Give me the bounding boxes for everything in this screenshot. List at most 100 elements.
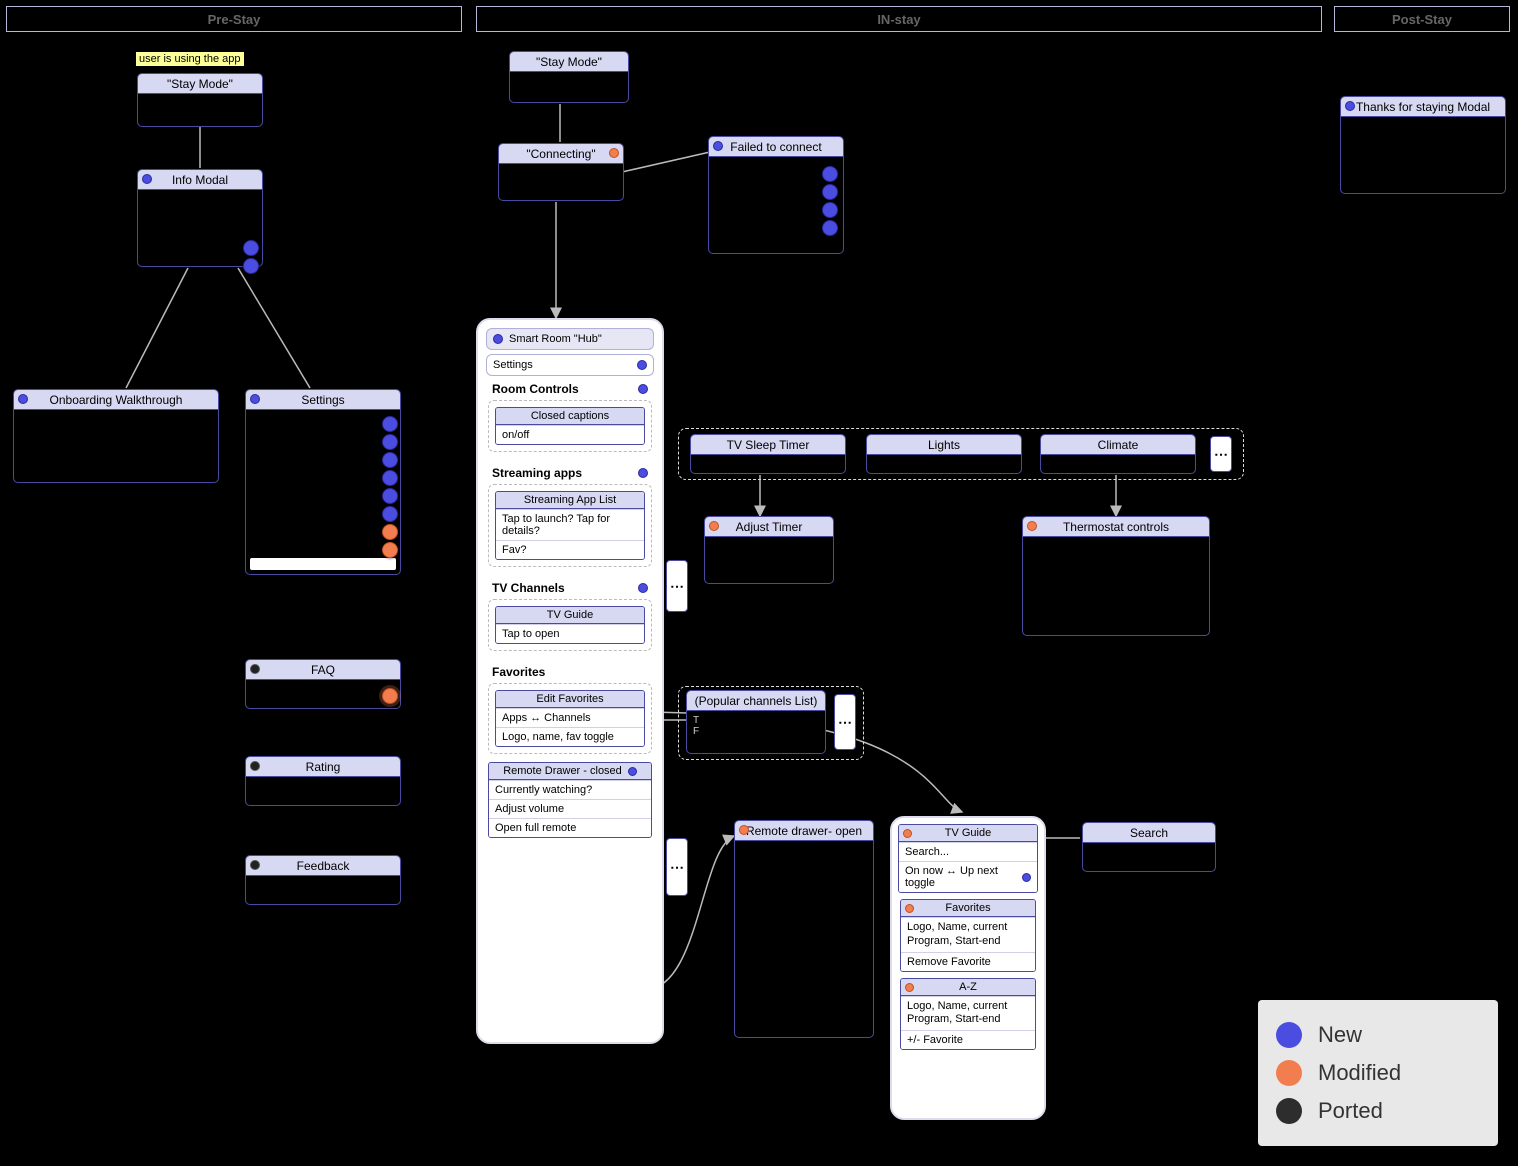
- card-popular-channels[interactable]: (Popular channels List) T F: [686, 690, 826, 754]
- hub-group-streaming: Streaming App List Tap to launch? Tap fo…: [488, 484, 652, 567]
- climate-title: Climate: [1098, 438, 1139, 452]
- card-thermostat[interactable]: Thermostat controls: [1022, 516, 1210, 636]
- hub-title-row: Smart Room "Hub": [486, 328, 654, 350]
- card-adjust-timer[interactable]: Adjust Timer: [704, 516, 834, 584]
- faq-dots: [382, 688, 398, 704]
- status-dot-new: [638, 468, 648, 478]
- hub-section-streaming: Streaming apps: [486, 460, 654, 482]
- status-dot-mod: [709, 521, 719, 531]
- card-search[interactable]: Search: [1082, 822, 1216, 872]
- card-faq[interactable]: FAQ: [245, 659, 401, 709]
- settings-footer-bar: [250, 558, 396, 570]
- stay-mode-in-title: "Stay Mode": [536, 55, 602, 69]
- ellipsis-streaming[interactable]: ⋯: [666, 560, 688, 612]
- settings-dots: [382, 416, 398, 558]
- failed-title: Failed to connect: [730, 140, 821, 154]
- mini-tv-guide[interactable]: TV Guide Tap to open: [495, 606, 645, 644]
- info-modal-title: Info Modal: [172, 173, 228, 187]
- remote-open-title: Remote drawer- open: [746, 824, 862, 838]
- ellipsis-room-controls[interactable]: ⋯: [1210, 436, 1232, 472]
- status-dot-new: [250, 394, 260, 404]
- hub-group-tv-channels: TV Guide Tap to open: [488, 599, 652, 651]
- phase-post-label: Post-Stay: [1392, 12, 1452, 27]
- status-dot-new: [1022, 873, 1031, 882]
- status-dot-mod: [739, 825, 749, 835]
- mini-edit-favorites[interactable]: Edit Favorites Apps ↔ Channels Logo, nam…: [495, 690, 645, 747]
- legend-dot-modified: [1276, 1060, 1302, 1086]
- ellipsis-favorites[interactable]: ⋯: [666, 838, 688, 896]
- hub-settings-label: Settings: [493, 359, 533, 371]
- status-dot-new: [628, 767, 637, 776]
- hub-group-favorites: Edit Favorites Apps ↔ Channels Logo, nam…: [488, 683, 652, 754]
- legend-dot-ported: [1276, 1098, 1302, 1124]
- hub-section-room-controls: Room Controls: [486, 376, 654, 398]
- phase-post-stay: Post-Stay: [1334, 6, 1510, 32]
- legend-row-modified: Modified: [1276, 1054, 1480, 1092]
- status-dot-new: [1345, 101, 1355, 111]
- hub-section-tv-channels: TV Channels: [486, 575, 654, 597]
- hub-phone-frame[interactable]: Smart Room "Hub" Settings Room Controls …: [476, 318, 664, 1044]
- thanks-title: Thanks for staying Modal: [1356, 100, 1490, 114]
- tv-guide-toggle-row[interactable]: On now ↔ Up next toggle: [899, 861, 1037, 892]
- tv-guide-panel-header[interactable]: TV Guide Search... On now ↔ Up next togg…: [898, 824, 1038, 893]
- status-dot-mod: [1027, 521, 1037, 531]
- status-dot-port: [250, 860, 260, 870]
- card-lights[interactable]: Lights: [866, 434, 1022, 474]
- mini-streaming-list[interactable]: Streaming App List Tap to launch? Tap fo…: [495, 491, 645, 560]
- legend: New Modified Ported: [1258, 1000, 1498, 1146]
- card-settings[interactable]: Settings: [245, 389, 401, 575]
- failed-dots: [822, 166, 838, 236]
- status-dot-mod: [905, 983, 914, 992]
- thermostat-title: Thermostat controls: [1063, 520, 1169, 534]
- annot-app-use: user is using the app: [136, 51, 244, 65]
- info-modal-dots: [243, 240, 259, 274]
- status-dot-new: [493, 334, 503, 344]
- tv-guide-search-row[interactable]: Search...: [899, 842, 1037, 861]
- hub-title: Smart Room "Hub": [509, 333, 602, 345]
- card-rating[interactable]: Rating: [245, 756, 401, 806]
- phase-in-stay: IN-stay: [476, 6, 1322, 32]
- status-dot-port: [250, 664, 260, 674]
- hub-section-favorites: Favorites: [486, 659, 654, 681]
- onboarding-title: Onboarding Walkthrough: [50, 393, 183, 407]
- status-dot-new: [142, 174, 152, 184]
- status-dot-port: [250, 761, 260, 771]
- card-remote-open[interactable]: Remote drawer- open: [734, 820, 874, 1038]
- card-connecting[interactable]: "Connecting": [498, 143, 624, 201]
- hub-group-room-controls: Closed captions on/off: [488, 400, 652, 452]
- mini-closed-captions[interactable]: Closed captions on/off: [495, 407, 645, 445]
- card-onboarding[interactable]: Onboarding Walkthrough: [13, 389, 219, 483]
- legend-row-new: New: [1276, 1016, 1480, 1054]
- ellipsis-popular[interactable]: ⋯: [834, 694, 856, 750]
- status-dot-new: [18, 394, 28, 404]
- status-dot-mod: [609, 148, 619, 158]
- cc-value: on/off: [496, 425, 644, 444]
- adjust-timer-title: Adjust Timer: [736, 520, 803, 534]
- card-stay-mode-pre[interactable]: "Stay Mode": [137, 73, 263, 127]
- tv-guide-az[interactable]: A-Z Logo, Name, current Program, Start-e…: [900, 978, 1036, 1051]
- card-feedback[interactable]: Feedback: [245, 855, 401, 905]
- card-thanks-modal[interactable]: Thanks for staying Modal: [1340, 96, 1506, 194]
- card-stay-mode-in[interactable]: "Stay Mode": [509, 51, 629, 103]
- status-dot-mod: [905, 904, 914, 913]
- rating-title: Rating: [306, 760, 341, 774]
- tv-guide-favorites[interactable]: Favorites Logo, Name, current Program, S…: [900, 899, 1036, 972]
- search-title: Search: [1130, 826, 1168, 840]
- tv-sleep-title: TV Sleep Timer: [727, 438, 810, 452]
- feedback-title: Feedback: [297, 859, 350, 873]
- card-tv-sleep[interactable]: TV Sleep Timer: [690, 434, 846, 474]
- stay-mode-pre-title: "Stay Mode": [167, 77, 233, 91]
- phase-pre-stay: Pre-Stay: [6, 6, 462, 32]
- popular-title: (Popular channels List): [695, 694, 818, 708]
- card-climate[interactable]: Climate: [1040, 434, 1196, 474]
- phase-pre-label: Pre-Stay: [208, 12, 261, 27]
- tv-guide-panel-frame[interactable]: TV Guide Search... On now ↔ Up next togg…: [890, 816, 1046, 1120]
- status-dot-new: [638, 583, 648, 593]
- mini-remote-closed[interactable]: Remote Drawer - closed Currently watchin…: [488, 762, 652, 838]
- settings-title: Settings: [301, 393, 344, 407]
- status-dot-new: [637, 360, 647, 370]
- faq-title: FAQ: [311, 663, 335, 677]
- phase-in-label: IN-stay: [877, 12, 920, 27]
- hub-settings-row[interactable]: Settings: [486, 354, 654, 376]
- legend-row-ported: Ported: [1276, 1092, 1480, 1130]
